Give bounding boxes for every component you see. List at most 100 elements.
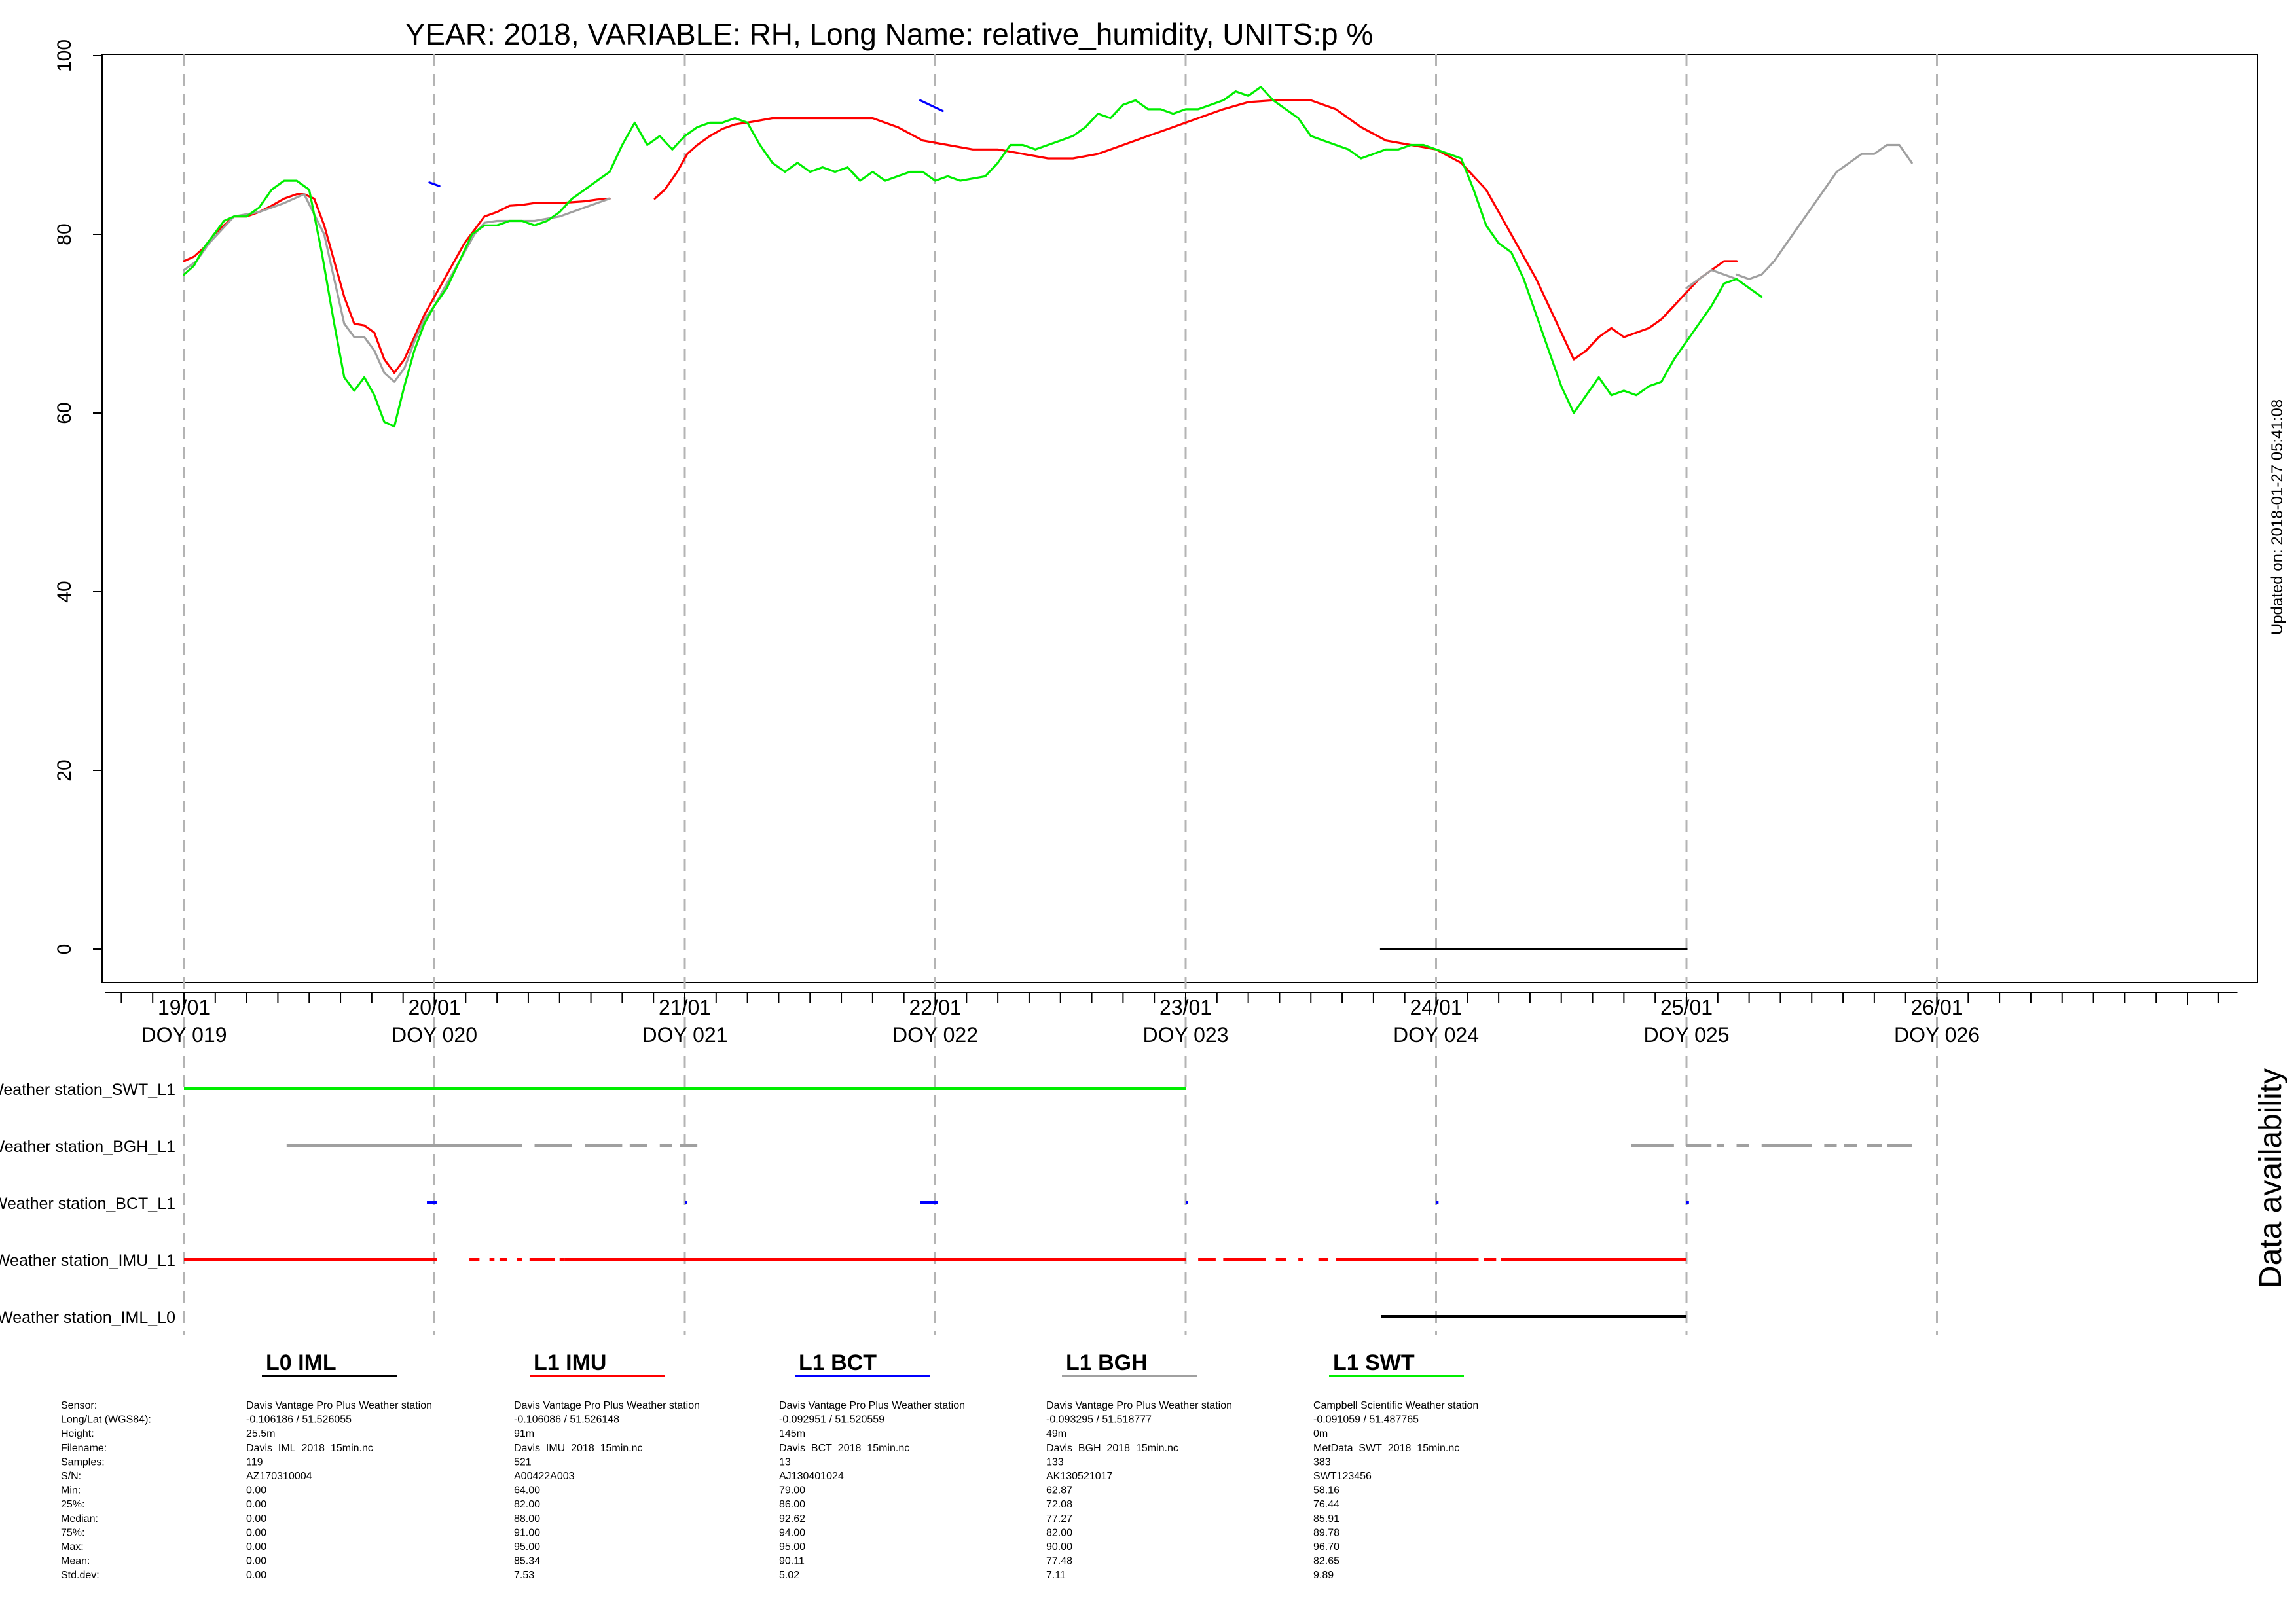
series-line-l1-bct	[919, 99, 944, 113]
x-tick-doy-label: DOY 020	[392, 1023, 477, 1047]
legend-cell: -0.106086 / 51.526148	[514, 1415, 619, 1426]
legend-cell: 77.48	[1046, 1556, 1072, 1567]
legend-cell: 86.00	[779, 1499, 805, 1510]
legend-cell: 0.00	[246, 1556, 266, 1567]
legend-row-header: Sensor:	[61, 1400, 97, 1411]
legend-cell: Davis_BGH_2018_15min.nc	[1046, 1443, 1178, 1454]
availability-row-label: Weather station_BGH_L1	[0, 1138, 175, 1156]
legend-row-header: S/N:	[61, 1471, 81, 1482]
legend-cell: Davis Vantage Pro Plus Weather station	[514, 1400, 700, 1411]
legend-cell: -0.092951 / 51.520559	[779, 1415, 884, 1426]
updated-timestamp: Updated on: 2018-01-27 05:41:08	[2269, 399, 2286, 635]
legend-cell: 72.08	[1046, 1499, 1072, 1510]
day-grid-lines	[183, 54, 1938, 1335]
legend-row-header: Max:	[61, 1542, 84, 1553]
legend-cell: 133	[1046, 1456, 1064, 1468]
legend-cell: 90.11	[779, 1556, 805, 1567]
legend-cell: 9.89	[1313, 1570, 1334, 1581]
legend-table: Sensor: Long/Lat (WGS84): Height: Filename:…	[61, 1350, 1478, 1581]
plot-frame	[101, 54, 2258, 983]
legend-row-header: Mean:	[61, 1556, 90, 1567]
legend-cell: AZ170310004	[246, 1471, 312, 1482]
legend-cell: A00422A003	[514, 1471, 575, 1482]
legend-cell: Davis_IML_2018_15min.nc	[246, 1443, 373, 1454]
legend-cell: 383	[1313, 1456, 1331, 1468]
legend-cell: SWT123456	[1313, 1471, 1372, 1482]
legend-cell: 77.27	[1046, 1513, 1072, 1525]
x-tick-date-label: 21/01	[659, 996, 711, 1019]
legend-entry-name: L1 BCT	[799, 1350, 877, 1375]
chart-title: YEAR: 2018, VARIABLE: RH, Long Name: rel…	[405, 17, 1374, 51]
legend-row-header: Long/Lat (WGS84):	[61, 1415, 151, 1426]
legend-cell: Davis_BCT_2018_15min.nc	[779, 1443, 909, 1454]
availability-row-label: s Weather station_IMU_L1	[0, 1252, 175, 1270]
y-tick-label: 0	[54, 944, 75, 955]
legend-entry-name: L1 IMU	[534, 1350, 606, 1375]
legend-cell: 82.00	[1046, 1527, 1072, 1538]
legend-row-header: 75%:	[61, 1527, 84, 1538]
legend-cell: 145m	[779, 1428, 805, 1439]
legend-cell: 7.11	[1046, 1570, 1066, 1581]
y-tick-label: 80	[54, 223, 75, 245]
legend-row-header: Std.dev:	[61, 1570, 100, 1581]
rh-figure: YEAR: 2018, VARIABLE: RH, Long Name: rel…	[0, 17, 2288, 1581]
x-tick-doy-label: DOY 025	[1643, 1023, 1729, 1047]
y-tick-label: 100	[54, 39, 75, 72]
legend-cell: 0.00	[246, 1485, 266, 1496]
legend-cell: 5.02	[779, 1570, 799, 1581]
legend-cell: 89.78	[1313, 1527, 1339, 1538]
legend-cell: 85.34	[514, 1556, 540, 1567]
legend-cell: 82.00	[514, 1499, 540, 1510]
legend-cell: 94.00	[779, 1527, 805, 1538]
legend-row-header: Samples:	[61, 1456, 105, 1468]
legend-row-header: Median:	[61, 1513, 98, 1525]
x-tick-doy-label: DOY 019	[141, 1023, 227, 1047]
series-line-l1-bgh	[1735, 143, 1913, 280]
legend-cell: 95.00	[514, 1542, 540, 1553]
legend-cell: 82.65	[1313, 1556, 1339, 1567]
availability-row-label: Weather station_BCT_L1	[0, 1195, 175, 1213]
y-tick-label: 60	[54, 402, 75, 424]
legend-cell: 91m	[514, 1428, 534, 1439]
legend-cell: 13	[779, 1456, 791, 1468]
legend-cell: -0.091059 / 51.487765	[1313, 1415, 1419, 1426]
availability-row-label: s Weather station_IML_L0	[0, 1308, 175, 1327]
x-tick-date-label: 24/01	[1410, 996, 1462, 1019]
legend-cell: 58.16	[1313, 1485, 1339, 1496]
legend-cell: 96.70	[1313, 1542, 1339, 1553]
legend-cell: 64.00	[514, 1485, 540, 1496]
legend-cell: 7.53	[514, 1570, 534, 1581]
x-tick-date-label: 20/01	[408, 996, 460, 1019]
x-tick-doy-label: DOY 021	[642, 1023, 727, 1047]
legend-cell: 0.00	[246, 1499, 266, 1510]
legend-cell: Davis_IMU_2018_15min.nc	[514, 1443, 643, 1454]
legend-cell: 25.5m	[246, 1428, 275, 1439]
legend-cell: 62.87	[1046, 1485, 1072, 1496]
legend-entry-name: L0 IML	[266, 1350, 337, 1375]
legend-cell: 90.00	[1046, 1542, 1072, 1553]
legend-cell: Davis Vantage Pro Plus Weather station	[1046, 1400, 1232, 1411]
legend-cell: Davis Vantage Pro Plus Weather station	[779, 1400, 965, 1411]
legend-cell: 85.91	[1313, 1513, 1339, 1525]
legend-cell: 92.62	[779, 1513, 805, 1525]
legend-cell: 0.00	[246, 1570, 266, 1581]
legend-cell: 0.00	[246, 1513, 266, 1525]
y-tick-label: 20	[54, 759, 75, 781]
legend-cell: 0m	[1313, 1428, 1328, 1439]
legend-row-header: 25%:	[61, 1499, 84, 1510]
availability-title: Data availability	[2253, 1068, 2288, 1288]
availability-row-label: Weather station_SWT_L1	[0, 1081, 175, 1099]
legend-entry-name: L1 BGH	[1066, 1350, 1148, 1375]
series-layer	[183, 86, 1913, 950]
x-tick-date-label: 22/01	[909, 996, 961, 1019]
legend-row-header: Height:	[61, 1428, 94, 1439]
legend-cell: 91.00	[514, 1527, 540, 1538]
legend-cell: AK130521017	[1046, 1471, 1113, 1482]
legend-cell: Davis Vantage Pro Plus Weather station	[246, 1400, 432, 1411]
series-line-l1-swt	[183, 86, 1763, 428]
legend-cell: -0.106186 / 51.526055	[246, 1415, 352, 1426]
x-tick-date-label: 23/01	[1159, 996, 1212, 1019]
series-line-l1-imu	[653, 99, 1738, 361]
legend-cell: AJ130401024	[779, 1471, 844, 1482]
legend-cell: 76.44	[1313, 1499, 1339, 1510]
